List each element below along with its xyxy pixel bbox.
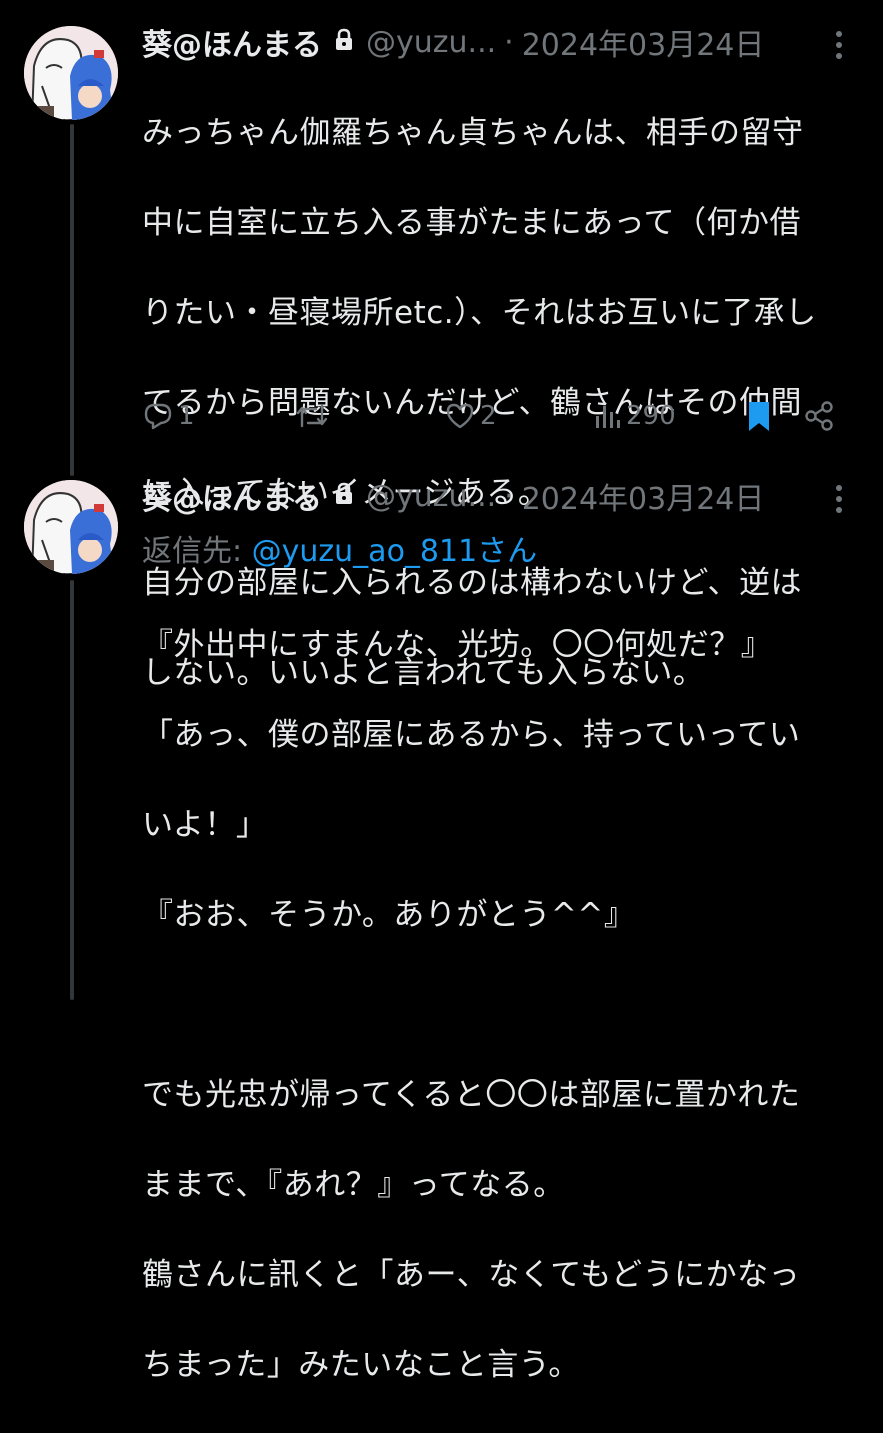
views-button[interactable]: 290 [592, 396, 676, 436]
views-icon [596, 406, 620, 428]
share-button[interactable] [802, 396, 836, 436]
text-line: りたい・昼寝場所etc.）、それはお互いに了承し [142, 295, 817, 331]
text-line: みっちゃん伽羅ちゃん貞ちゃんは、相手の留守 [142, 115, 804, 151]
post-date[interactable]: 2024年03月24日 [522, 474, 765, 518]
more-options-icon[interactable] [829, 28, 849, 62]
display-name[interactable]: 葵@ほんまる [142, 474, 322, 518]
tweet-text: 『外出中にすまんな、光坊。〇〇何処だ？』 「あっ、僕の部屋にあるから、持っていっ… [142, 578, 862, 1433]
text-line: 『おお、そうか。ありがとう^^』 [142, 897, 636, 933]
text-line: ままで、『あれ？』ってなる。 [142, 1167, 565, 1203]
reply-button[interactable]: 1 [142, 396, 195, 436]
handle[interactable]: @yuzu... [366, 479, 496, 514]
tweet-header: 葵@ほんまる @yuzu... · 2024年03月24日 [142, 474, 765, 518]
tweet-header: 葵@ほんまる @yuzu... · 2024年03月24日 [142, 20, 765, 64]
bookmark-icon [749, 402, 769, 431]
text-line: 『外出中にすまんな、光坊。〇〇何処だ？』 [142, 627, 773, 663]
view-count: 290 [626, 401, 676, 431]
text-line: 「あっ、僕の部屋にあるから、持っていってい [142, 717, 801, 753]
post-date[interactable]: 2024年03月24日 [522, 20, 765, 64]
tweet[interactable]: 葵@ほんまる @yuzu... · 2024年03月24日 返信先: @yuzu… [0, 470, 883, 1383]
lock-icon [334, 25, 354, 60]
text-line: ちまった」みたいなこと言う。 [142, 1347, 580, 1383]
text-line: 鶴さんに訊くと「あー、なくてもどうにかなっ [142, 1257, 801, 1293]
lock-icon [334, 479, 354, 514]
like-button[interactable]: 2 [444, 396, 497, 436]
separator-dot: · [504, 24, 514, 60]
avatar[interactable] [24, 480, 118, 574]
reply-count: 1 [178, 401, 195, 431]
retweet-icon [296, 404, 328, 428]
bookmark-button[interactable] [742, 396, 776, 436]
reply-label: 返信先: [142, 534, 252, 569]
reply-mention-link[interactable]: @yuzu_ao_811さん [252, 534, 538, 569]
display-name[interactable]: 葵@ほんまる [142, 20, 322, 64]
like-count: 2 [480, 401, 497, 431]
reply-icon [144, 403, 172, 430]
retweet-button[interactable] [294, 396, 334, 436]
separator-dot: · [504, 478, 514, 514]
more-options-icon[interactable] [829, 482, 849, 516]
handle[interactable]: @yuzu... [366, 25, 496, 60]
text-line: いよ！」 [142, 807, 268, 843]
tweet[interactable]: 葵@ほんまる @yuzu... · 2024年03月24日 みっちゃん伽羅ちゃん… [0, 0, 883, 691]
avatar[interactable] [24, 26, 118, 120]
action-bar: 1 2 290 [142, 396, 842, 436]
text-line: でも光忠が帰ってくると〇〇は部屋に置かれた [142, 1077, 801, 1113]
heart-icon [446, 403, 474, 429]
share-icon [805, 401, 833, 431]
text-line [142, 983, 862, 1028]
reply-context: 返信先: @yuzu_ao_811さん [142, 526, 537, 570]
text-line: 中に自室に立ち入る事がたまにあって（何か借 [142, 205, 802, 241]
